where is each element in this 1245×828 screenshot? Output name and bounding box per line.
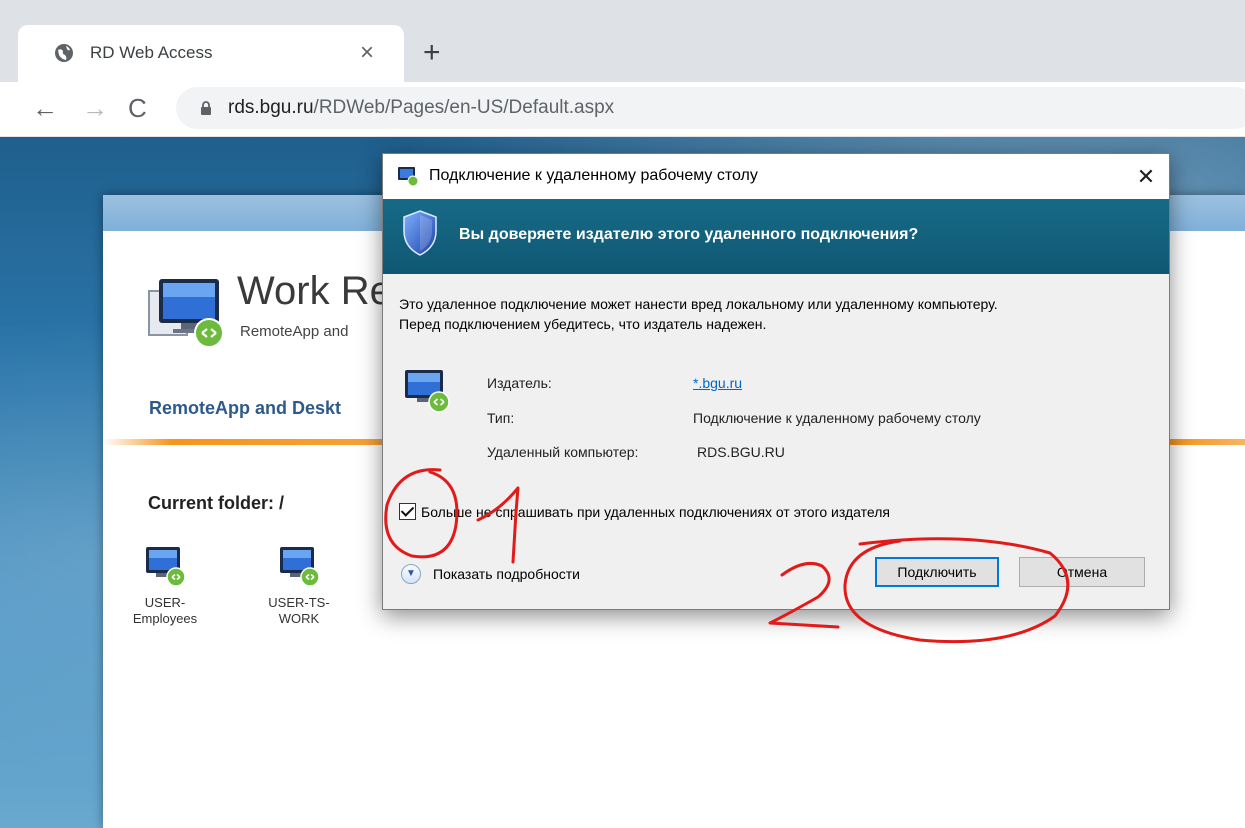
publisher-label: Издатель: xyxy=(487,375,552,391)
new-tab-button[interactable]: + xyxy=(423,38,441,68)
dialog-title: Подключение к удаленному рабочему столу xyxy=(429,167,758,184)
app-user-employees[interactable]: USER- Employees xyxy=(125,545,205,627)
rdweb-subtitle: RemoteApp and xyxy=(240,323,349,340)
rdp-trust-dialog: Подключение к удаленному рабочему столу … xyxy=(382,153,1170,610)
dialog-question: Вы доверяете издателю этого удаленного п… xyxy=(459,226,919,243)
back-button[interactable]: ← xyxy=(32,94,58,122)
checkbox-label: Больше не спрашивать при удаленных подкл… xyxy=(421,503,890,520)
cancel-button[interactable]: Отмена xyxy=(1019,557,1145,587)
app-label-line2: Employees xyxy=(132,611,198,626)
url-host: rds.bgu.ru xyxy=(228,97,314,118)
show-details-toggle[interactable]: ▼ Показать подробности xyxy=(401,564,580,584)
app-user-ts-work[interactable]: USER-TS- WORK xyxy=(259,545,339,627)
remote-app-icon xyxy=(280,547,320,587)
warning-line-1: Это удаленное подключение может нанести … xyxy=(399,296,998,312)
type-value: Подключение к удаленному рабочему столу xyxy=(693,410,981,426)
shield-icon xyxy=(403,210,437,256)
browser-tab[interactable]: RD Web Access × xyxy=(18,25,404,83)
rdweb-title: Work Re xyxy=(237,269,392,313)
remote-computer-value: RDS.BGU.RU xyxy=(697,444,785,460)
browser-tabstrip: RD Web Access × + xyxy=(0,0,1245,83)
dialog-close-icon[interactable]: ✕ xyxy=(1123,154,1169,199)
url-path: /RDWeb/Pages/en-US/Default.aspx xyxy=(313,97,615,118)
url-text: rds.bgu.ru/RDWeb/Pages/en-US/Default.asp… xyxy=(228,97,614,119)
remote-desktop-logo-icon xyxy=(148,279,224,348)
dialog-banner: Вы доверяете издателю этого удаленного п… xyxy=(383,199,1169,274)
chevron-down-icon[interactable]: ▼ xyxy=(401,564,421,584)
remote-desktop-large-icon xyxy=(405,370,450,413)
lock-icon xyxy=(201,101,211,115)
dialog-titlebar: Подключение к удаленному рабочему столу … xyxy=(383,154,1169,199)
type-label: Тип: xyxy=(487,410,515,426)
remote-computer-label: Удаленный компьютер: xyxy=(487,444,639,460)
remote-desktop-icon xyxy=(398,167,419,186)
dont-ask-again-checkbox[interactable]: Больше не спрашивать при удаленных подкл… xyxy=(399,503,890,520)
current-folder-label: Current folder: / xyxy=(148,493,285,513)
remote-app-icon xyxy=(146,547,186,587)
app-label-line1: USER-TS- xyxy=(268,595,330,610)
app-label-line1: USER- xyxy=(144,595,186,610)
dialog-warning: Это удаленное подключение может нанести … xyxy=(399,294,1159,334)
app-label-line2: WORK xyxy=(278,611,320,626)
tab-close-icon[interactable]: × xyxy=(360,39,374,67)
reload-button[interactable]: C xyxy=(128,94,147,122)
browser-toolbar: ← → C rds.bgu.ru/RDWeb/Pages/en-US/Defau… xyxy=(0,82,1245,137)
globe-icon xyxy=(55,44,73,62)
tab-remoteapp-desktops[interactable]: RemoteApp and Deskt xyxy=(149,398,341,419)
connect-button[interactable]: Подключить xyxy=(875,557,999,587)
forward-button[interactable]: → xyxy=(82,94,108,122)
show-details-label: Показать подробности xyxy=(433,566,580,582)
warning-line-2: Перед подключением убедитесь, что издате… xyxy=(399,316,767,332)
publisher-link[interactable]: *.bgu.ru xyxy=(693,375,742,391)
checkbox-checked-icon[interactable] xyxy=(399,503,416,520)
tab-title: RD Web Access xyxy=(90,43,213,62)
address-bar[interactable]: rds.bgu.ru/RDWeb/Pages/en-US/Default.asp… xyxy=(176,87,1245,129)
